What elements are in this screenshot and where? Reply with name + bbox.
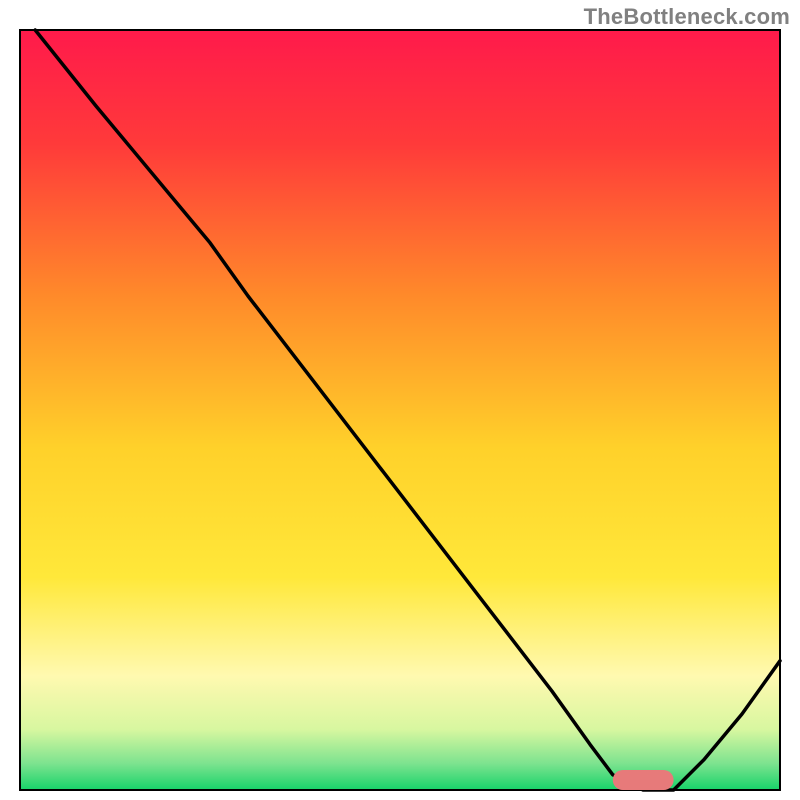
plot-background [20, 30, 780, 790]
bottleneck-chart [0, 0, 800, 800]
recommended-range-marker [613, 770, 674, 790]
chart-container: TheBottleneck.com [0, 0, 800, 800]
